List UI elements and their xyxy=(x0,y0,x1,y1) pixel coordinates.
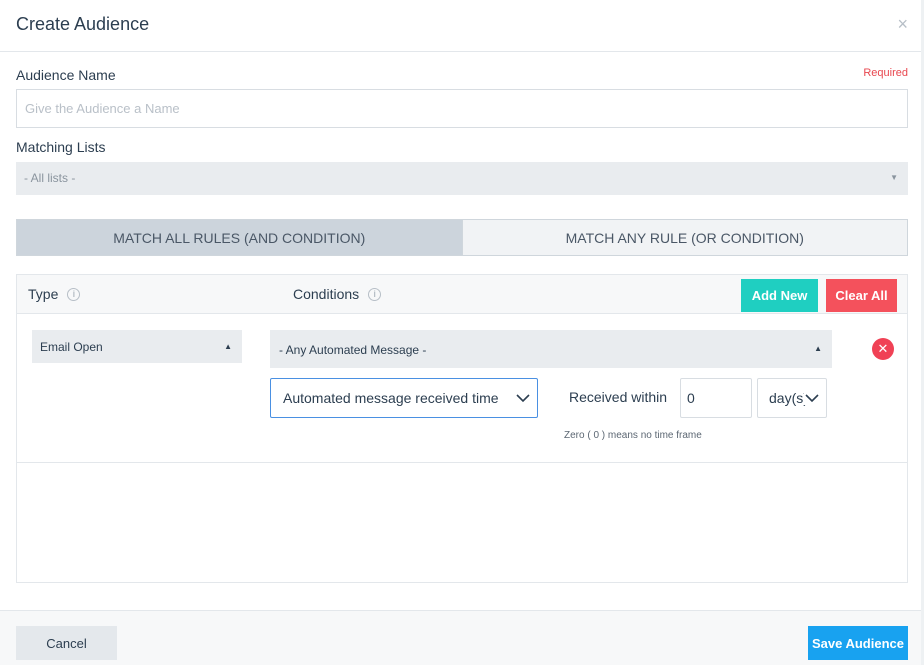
modal-header: Create Audience × xyxy=(0,0,924,52)
type-column-header: Type i xyxy=(28,286,81,302)
timing-value: Automated message received time xyxy=(283,390,499,406)
chevron-down-icon xyxy=(515,391,531,405)
required-indicator: Required xyxy=(863,67,908,79)
caret-up-icon: ▲ xyxy=(224,342,232,351)
match-any-rule-button[interactable]: MATCH ANY RULE (OR CONDITION) xyxy=(461,220,907,255)
rule-type-select[interactable]: Email Open ▲ xyxy=(32,330,242,363)
matching-lists-label: Matching Lists xyxy=(16,139,106,155)
time-unit-select[interactable]: day(s) xyxy=(757,378,827,418)
chevron-down-icon xyxy=(804,391,820,405)
rule-row: Email Open ▲ - Any Automated Message - ▲… xyxy=(17,315,907,463)
cancel-button[interactable]: Cancel xyxy=(16,626,117,660)
rules-header: Type i Conditions i Add New Clear All xyxy=(17,275,907,314)
rules-panel: Type i Conditions i Add New Clear All Em… xyxy=(16,274,908,583)
create-audience-modal: Create Audience × Audience Name Required… xyxy=(0,0,924,665)
rule-type-value: Email Open xyxy=(40,340,103,354)
conditions-header-label: Conditions xyxy=(293,286,360,302)
time-frame-hint: Zero ( 0 ) means no time frame xyxy=(564,430,702,441)
timing-select[interactable]: Automated message received time xyxy=(270,378,538,418)
automated-message-value: - Any Automated Message - xyxy=(279,343,427,357)
automated-message-select[interactable]: - Any Automated Message - ▲ xyxy=(270,330,832,368)
received-within-input[interactable] xyxy=(680,378,752,418)
type-header-label: Type xyxy=(28,286,59,302)
clear-all-button[interactable]: Clear All xyxy=(826,279,897,312)
info-icon[interactable]: i xyxy=(67,287,81,301)
modal-footer: Cancel Save Audience xyxy=(0,610,924,665)
add-new-button[interactable]: Add New xyxy=(741,279,818,312)
matching-lists-value: - All lists - xyxy=(24,171,76,185)
audience-name-input[interactable] xyxy=(16,89,908,128)
caret-up-icon: ▲ xyxy=(814,344,822,353)
received-within-label: Received within xyxy=(569,389,668,405)
match-all-rules-button[interactable]: MATCH ALL RULES (AND CONDITION) xyxy=(17,220,462,255)
close-icon[interactable]: × xyxy=(897,14,908,35)
time-unit-value: day(s) xyxy=(769,390,808,406)
matching-lists-select[interactable]: - All lists - ▼ xyxy=(16,162,908,195)
save-audience-button[interactable]: Save Audience xyxy=(808,626,908,660)
audience-name-label: Audience Name xyxy=(16,67,116,83)
remove-rule-icon[interactable]: ✕ xyxy=(872,338,894,360)
info-icon[interactable]: i xyxy=(368,287,382,301)
caret-down-icon: ▼ xyxy=(890,173,898,182)
modal-title: Create Audience xyxy=(16,14,150,34)
match-mode-toggle: MATCH ALL RULES (AND CONDITION) MATCH AN… xyxy=(16,219,908,256)
conditions-column-header: Conditions i xyxy=(293,286,382,302)
